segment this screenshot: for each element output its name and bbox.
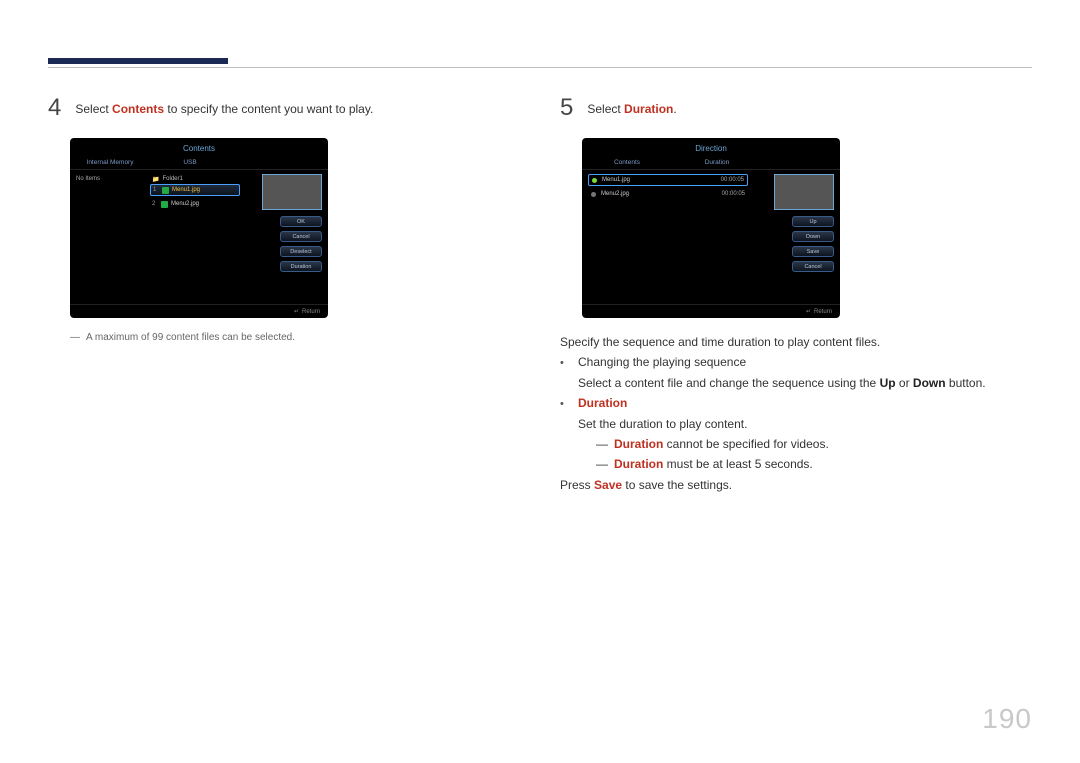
footnote: ―A maximum of 99 content files can be se…: [70, 332, 528, 343]
item-name: Menu1.jpg: [602, 177, 716, 183]
bullet-sequence: • Changing the playing sequence Select a…: [560, 352, 1040, 393]
dash-icon: ―: [596, 437, 608, 451]
checkbox-icon: [161, 201, 168, 208]
step-5-heading: 5 Select Duration.: [560, 96, 1040, 120]
return-bar[interactable]: Return: [582, 304, 840, 318]
list-item[interactable]: Menu2.jpg 00:00:05: [588, 188, 748, 200]
tab-usb[interactable]: USB: [150, 156, 230, 169]
screen-body: Menu1.jpg 00:00:05 Menu2.jpg 00:00:05 Up…: [582, 170, 840, 300]
deselect-button[interactable]: Deselect: [280, 246, 322, 257]
preview-thumbnail: [262, 174, 322, 210]
keyword-save: Save: [594, 478, 622, 492]
file-name: Menu2.jpg: [171, 201, 199, 207]
list-item-selected[interactable]: Menu1.jpg 00:00:05: [588, 174, 748, 186]
dash-icon: ―: [70, 332, 80, 343]
duration-button[interactable]: Duration: [280, 261, 322, 272]
ok-button[interactable]: OK: [280, 216, 322, 227]
file-list: 📁 Folder1 1 Menu1.jpg 2 Menu2.jpg: [150, 174, 240, 212]
folder-icon: 📁: [152, 176, 159, 183]
up-button[interactable]: Up: [792, 216, 834, 227]
subnote-1: ―Duration cannot be specified for videos…: [596, 434, 829, 454]
tab-internal-memory[interactable]: Internal Memory: [70, 156, 150, 169]
file-row-selected[interactable]: 1 Menu1.jpg: [150, 184, 240, 196]
header-accent: [48, 58, 228, 64]
save-button[interactable]: Save: [792, 246, 834, 257]
return-bar[interactable]: Return: [70, 304, 328, 318]
button-stack: Up Down Save Cancel: [792, 216, 834, 272]
no-items-label: No Items: [76, 176, 100, 182]
folder-name: Folder1: [162, 176, 182, 182]
intro-text: Specify the sequence and time duration t…: [560, 332, 1040, 352]
subnote-2: ―Duration must be at least 5 seconds.: [596, 454, 829, 474]
keyword-contents: Contents: [112, 102, 164, 116]
checkbox-icon: [162, 187, 169, 194]
cancel-button[interactable]: Cancel: [792, 261, 834, 272]
item-duration: 00:00:05: [722, 191, 745, 197]
preview-thumbnail: [774, 174, 834, 210]
cancel-button[interactable]: Cancel: [280, 231, 322, 242]
keyword-up: Up: [880, 376, 896, 390]
file-row[interactable]: 2 Menu2.jpg: [150, 198, 240, 210]
tab-contents[interactable]: Contents: [582, 156, 672, 169]
bullet-icon: •: [560, 352, 568, 393]
folder-row[interactable]: 📁 Folder1: [150, 174, 240, 184]
bullet-duration: • Duration Set the duration to play cont…: [560, 393, 1040, 475]
file-name: Menu1.jpg: [172, 187, 200, 193]
direction-list: Menu1.jpg 00:00:05 Menu2.jpg 00:00:05: [588, 174, 748, 202]
explanation-block: Specify the sequence and time duration t…: [560, 332, 1040, 495]
step-4-column: 4 Select Contents to specify the content…: [48, 96, 528, 343]
bullet-icon: •: [560, 393, 568, 475]
keyword-duration: Duration: [578, 393, 829, 413]
duration-body: Set the duration to play content.: [578, 414, 829, 434]
file-index: 2: [152, 201, 158, 207]
screen-body: No Items 📁 Folder1 1 Menu1.jpg 2: [70, 170, 328, 300]
direction-screen: Direction Contents Duration Menu1.jpg 00…: [582, 138, 840, 318]
contents-screen: Contents Internal Memory USB No Items 📁 …: [70, 138, 328, 318]
step-number: 4: [48, 96, 61, 120]
page-number: 190: [982, 703, 1032, 735]
step-text: Select Duration.: [587, 96, 676, 116]
manual-page: 4 Select Contents to specify the content…: [0, 0, 1080, 763]
dash-icon: ―: [596, 457, 608, 471]
step-4-heading: 4 Select Contents to specify the content…: [48, 96, 528, 120]
button-stack: OK Cancel Deselect Duration: [280, 216, 322, 272]
screen-tabs: Internal Memory USB: [70, 156, 328, 170]
sequence-title: Changing the playing sequence: [578, 352, 986, 372]
step-5-column: 5 Select Duration. Direction Contents Du…: [560, 96, 1040, 495]
item-name: Menu2.jpg: [601, 191, 717, 197]
item-duration: 00:00:05: [721, 177, 744, 183]
tab-duration[interactable]: Duration: [672, 156, 762, 169]
file-index: 1: [153, 187, 159, 193]
status-dot-icon: [592, 178, 597, 183]
screen-title: Direction: [582, 138, 840, 156]
step-text: Select Contents to specify the content y…: [75, 96, 373, 116]
down-button[interactable]: Down: [792, 231, 834, 242]
header-rule: [48, 67, 1032, 68]
keyword-down: Down: [913, 376, 946, 390]
step-number: 5: [560, 96, 573, 120]
keyword-duration: Duration: [624, 102, 673, 116]
sequence-body: Select a content file and change the seq…: [578, 373, 986, 393]
screen-tabs: Contents Duration: [582, 156, 840, 170]
save-instruction: Press Save to save the settings.: [560, 475, 1040, 495]
status-dot-icon: [591, 192, 596, 197]
screen-title: Contents: [70, 138, 328, 156]
